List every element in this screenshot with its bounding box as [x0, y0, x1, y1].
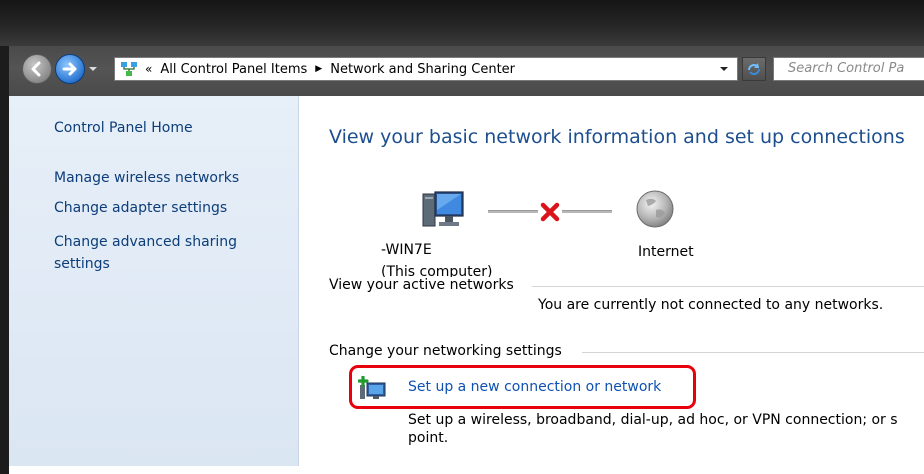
new-connection-icon[interactable]: [358, 376, 388, 402]
left-nav-pane: Control Panel Home Manage wireless netwo…: [9, 96, 299, 466]
setup-description-line1: Set up a wireless, broadband, dial-up, a…: [408, 412, 898, 428]
back-button[interactable]: [22, 54, 52, 84]
refresh-button[interactable]: [742, 57, 766, 81]
networking-settings-heading: Change your networking settings: [329, 343, 568, 359]
recent-pages-dropdown-icon[interactable]: [88, 64, 98, 74]
networking-settings-divider: [582, 352, 924, 353]
change-adapter-settings-link[interactable]: Change adapter settings: [54, 197, 227, 219]
connection-line-right: [562, 210, 612, 213]
search-input[interactable]: Search Control Pa: [773, 57, 924, 81]
window-frame-left: [0, 46, 9, 474]
active-networks-status: You are currently not connected to any n…: [538, 297, 884, 313]
back-arrow-icon: [31, 61, 41, 77]
refresh-icon: [748, 63, 760, 75]
red-x-icon[interactable]: [539, 201, 561, 223]
forward-arrow-icon: [62, 62, 77, 76]
address-dropdown-icon[interactable]: [719, 64, 729, 74]
page-title: View your basic network information and …: [329, 126, 905, 148]
computer-icon[interactable]: [421, 188, 465, 232]
breadcrumb-separator-icon[interactable]: ▶: [315, 64, 322, 74]
internet-label: Internet: [638, 244, 694, 260]
forward-button[interactable]: [55, 54, 85, 84]
active-networks-heading: View your active networks: [329, 277, 520, 293]
setup-description-line2: point.: [408, 430, 449, 446]
setup-new-connection-link[interactable]: Set up a new connection or network: [408, 379, 661, 395]
change-advanced-sharing-settings-link[interactable]: Change advanced sharing settings: [54, 231, 264, 275]
breadcrumb-all-control-panel-items[interactable]: All Control Panel Items: [160, 62, 307, 77]
breadcrumb-network-and-sharing-center[interactable]: Network and Sharing Center: [330, 62, 515, 77]
window-title-bar: [0, 0, 924, 46]
manage-wireless-networks-link[interactable]: Manage wireless networks: [54, 167, 239, 189]
computer-name-label: -WIN7E: [381, 242, 432, 258]
control-panel-home-link[interactable]: Control Panel Home: [54, 117, 193, 139]
breadcrumb-overflow-icon[interactable]: «: [145, 62, 152, 76]
active-networks-divider: [532, 286, 924, 287]
connection-line-left: [488, 210, 538, 213]
network-control-panel-icon: [121, 62, 137, 76]
address-bar[interactable]: « All Control Panel Items ▶ Network and …: [114, 57, 738, 81]
globe-icon[interactable]: [634, 188, 676, 230]
